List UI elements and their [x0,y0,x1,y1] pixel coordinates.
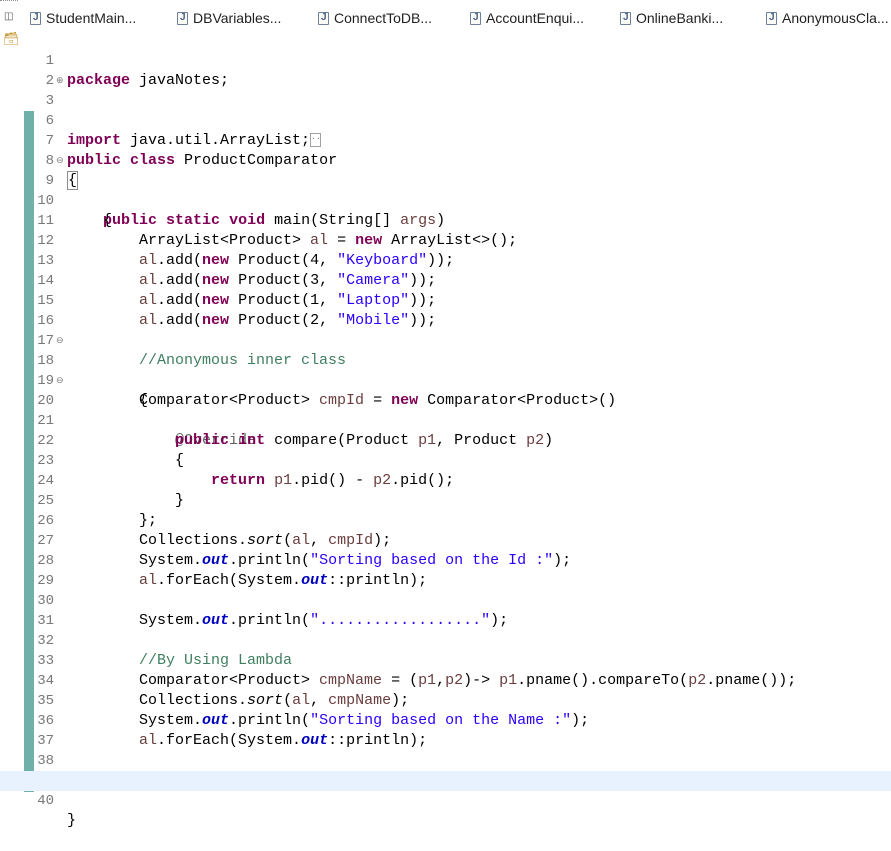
java-file-icon [470,11,481,25]
code-line: 12 al.add(new Product(4, "Keyboard")); [0,211,891,269]
tab-label: AnonymousCla... [782,10,889,26]
restore-icon[interactable]: ◫ [4,11,13,22]
code-line: 11 ArrayList<Product> al = new ArrayList… [0,191,891,249]
tab-online-banking[interactable]: OnlineBanki... [620,8,723,28]
code-line: 27 System.out.println("Sorting based on … [0,511,891,569]
collapse-fold-icon[interactable]: ⊖ [56,331,64,351]
editor-tab-bar: StudentMain... DBVariables... ConnectToD… [0,0,891,31]
code-line: 36 al.forEach(System.out::println); [0,691,891,749]
tab-account-enquiry[interactable]: AccountEnqui... [470,8,584,28]
code-line: 18 ⊖ Comparator<Product> cmpId = new Com… [0,331,891,409]
tab-label: OnlineBanki... [636,10,724,26]
code-line: 20 ⊖ @Override [0,371,891,449]
tab-connect-to-db[interactable]: ConnectToDB... [318,8,432,28]
code-line: 1 package javaNotes; [0,31,891,89]
collapse-fold-icon[interactable]: ⊖ [56,151,64,171]
code-line: 28 al.forEach(System.out::println); [0,531,891,589]
java-file-icon [620,11,631,25]
java-file-icon [318,11,329,25]
code-line: 37 [0,711,891,749]
code-line: 21 public int compare(Product p1, Produc… [0,391,891,449]
tab-anonymous-class[interactable]: AnonymousCla... [766,8,889,28]
code-line: 30 System.out.println(".................… [0,571,891,629]
tab-db-variables[interactable]: DBVariables... [177,8,281,28]
java-file-icon [30,11,41,25]
tab-student-main[interactable]: StudentMain... [30,8,136,28]
code-line: 13 al.add(new Product(3, "Camera")); [0,231,891,289]
code-line: 35 System.out.println("Sorting based on … [0,671,891,729]
line-number: 40 [37,793,54,809]
code-line: 29 [0,551,891,589]
code-line: 6 [0,91,891,129]
code-line: 31 [0,591,891,629]
code-line: 34 Collections.sort(al, cmpName); [0,651,891,709]
tab-label: ConnectToDB... [334,10,433,26]
code-line: 39 [0,751,891,789]
code-line: 32 //By Using Lambda [0,611,891,669]
code-line: 33 Comparator<Product> cmpName = (p1,p2)… [0,631,891,689]
code-line: 38 } [0,731,891,789]
code-line: 22 { [0,411,891,469]
code-line: 16 [0,291,891,329]
tab-label: AccountEnqui... [486,10,585,26]
code-line: 17 //Anonymous inner class [0,311,891,369]
code-line: 7 public class ProductComparator [0,111,891,169]
code-line: 23 return p1.pid() - p2.pid(); [0,431,891,489]
code-line: 9 ⊖ public static void main(String[] arg… [0,151,891,229]
collapse-fold-icon[interactable]: ⊖ [56,371,64,391]
tab-label: StudentMain... [46,10,137,26]
code-line: 24 } [0,451,891,509]
tab-bar-edge [0,0,18,4]
code-line: 3 ⊕ import java.util.ArrayList;.. [0,71,891,149]
code-line: 25 }; [0,471,891,529]
expand-fold-icon[interactable]: ⊕ [56,71,64,91]
code-line: 2 [0,51,891,89]
java-file-icon [766,11,777,25]
java-file-icon [177,11,188,25]
tab-label: DBVariables... [193,10,282,26]
code-line: 19 { [0,351,891,409]
code-line: 26 Collections.sort(al, cmpId); [0,491,891,549]
code-line: 14 al.add(new Product(1, "Laptop")); [0,251,891,309]
code-line: 10 { [0,171,891,229]
code-line: 15 al.add(new Product(2, "Mobile")); [0,271,891,329]
current-code-line: 40 } [0,771,891,829]
code-line: 8 { [0,131,891,190]
